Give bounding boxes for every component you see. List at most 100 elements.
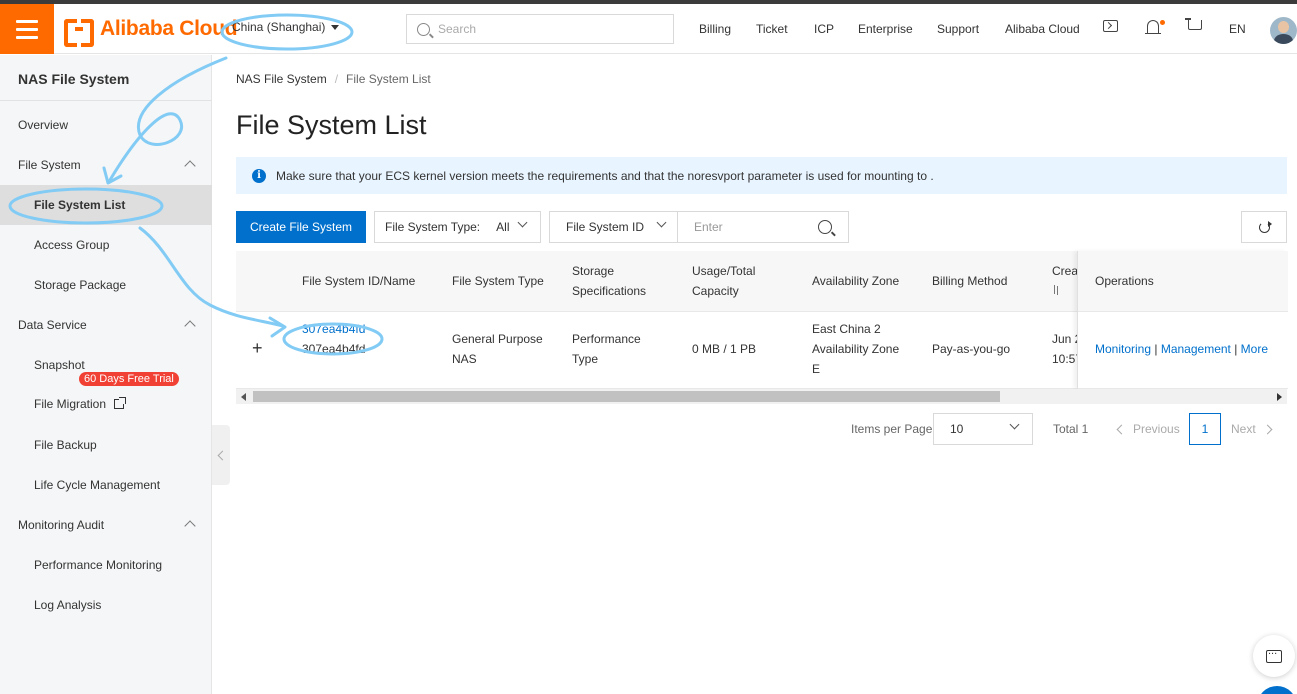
page-title: File System List — [236, 110, 427, 140]
sidebar-item-log-analysis[interactable]: Log Analysis — [0, 585, 212, 625]
sidebar-item-label: Storage Package — [34, 278, 127, 292]
items-per-page-select[interactable]: 10 — [933, 413, 1033, 445]
operations-header: Operations — [1078, 251, 1288, 312]
search-input[interactable] — [438, 22, 658, 36]
sidebar-item-file-migration[interactable]: File Migration — [0, 384, 212, 424]
terminal-icon[interactable] — [1103, 20, 1118, 32]
external-link-icon — [114, 397, 127, 409]
sort-icon[interactable] — [1052, 285, 1060, 295]
info-icon: i — [252, 168, 266, 183]
nav-alibaba-cloud[interactable]: Alibaba Cloud — [1005, 22, 1080, 36]
col-usage: Usage/Total Capacity — [692, 261, 755, 301]
notice-text: Make sure that your ECS kernel version m… — [276, 168, 934, 183]
chevron-up-icon — [184, 320, 196, 332]
notification-dot — [1160, 20, 1165, 25]
refresh-button[interactable] — [1241, 211, 1287, 243]
sidebar-item-life-cycle[interactable]: Life Cycle Management — [0, 465, 212, 505]
search-icon[interactable] — [818, 220, 832, 234]
top-navbar: Alibaba Cloud China (Shanghai) Billing T… — [0, 4, 1297, 54]
type-filter-value: All — [496, 220, 510, 234]
language-switch[interactable]: EN — [1229, 22, 1246, 36]
filter-search-box — [677, 211, 849, 243]
avatar[interactable] — [1270, 17, 1297, 44]
horizontal-scrollbar[interactable] — [236, 389, 1287, 404]
alibaba-cloud-logo[interactable]: Alibaba Cloud — [64, 16, 238, 47]
page-number-1[interactable]: 1 — [1189, 413, 1221, 445]
sidebar-item-storage-package[interactable]: Storage Package — [0, 265, 212, 305]
nav-icp[interactable]: ICP — [814, 22, 834, 36]
file-system-id-select[interactable]: File System ID — [549, 211, 678, 243]
sidebar-group-file-system[interactable]: File System — [0, 145, 212, 185]
hamburger-menu-icon[interactable] — [0, 4, 54, 54]
sidebar-item-file-backup[interactable]: File Backup — [0, 425, 212, 465]
sidebar-item-overview[interactable]: Overview — [0, 105, 212, 145]
nav-billing[interactable]: Billing — [699, 22, 731, 36]
sidebar-group-monitoring-audit[interactable]: Monitoring Audit — [0, 505, 212, 545]
breadcrumb-root[interactable]: NAS File System — [236, 72, 327, 86]
file-system-table: File System ID/Name File System Type Sto… — [236, 251, 1288, 389]
col-created-label: Crea — [1052, 264, 1079, 278]
region-label: China (Shanghai) — [232, 20, 326, 34]
scroll-left-icon[interactable] — [241, 393, 246, 401]
sidebar-item-performance-monitoring[interactable]: Performance Monitoring — [0, 545, 212, 585]
zone-line1: East China 2 — [812, 322, 881, 336]
chat-icon — [1266, 645, 1282, 663]
breadcrumb-current: File System List — [346, 72, 431, 86]
type-line1: General Purpose — [452, 332, 543, 346]
nav-enterprise[interactable]: Enterprise — [858, 22, 913, 36]
next-page-button[interactable]: Next — [1231, 422, 1273, 436]
file-system-name: 307ea4b4fd — [302, 342, 366, 356]
col-type: File System Type — [452, 274, 544, 288]
bell-icon[interactable] — [1145, 20, 1161, 34]
id-filter-label: File System ID — [566, 220, 645, 234]
region-selector[interactable]: China (Shanghai) — [232, 20, 340, 34]
storage-line1: Performance — [572, 332, 641, 346]
caret-down-icon — [331, 24, 340, 30]
chevron-right-icon — [1262, 424, 1273, 434]
logo-mark-icon — [64, 19, 94, 47]
nav-support[interactable]: Support — [937, 22, 979, 36]
sidebar-item-label: Performance Monitoring — [34, 558, 163, 572]
help-float-button[interactable] — [1257, 686, 1297, 694]
management-link[interactable]: Management — [1161, 342, 1231, 356]
zone-cell: East China 2 Availability Zone E — [812, 319, 899, 379]
free-trial-badge: 60 Days Free Trial — [79, 372, 179, 386]
create-file-system-button[interactable]: Create File System — [236, 211, 366, 243]
sidebar-item-label: File System List — [34, 198, 126, 212]
usage-cell: 0 MB / 1 PB — [692, 342, 757, 356]
zone-line3: E — [812, 362, 821, 376]
chevron-down-icon — [1009, 419, 1020, 430]
type-line2: NAS — [452, 352, 477, 366]
cart-icon[interactable] — [1185, 18, 1202, 30]
chat-support-button[interactable] — [1253, 635, 1295, 677]
file-system-id-link[interactable]: 307ea4b4fd — [302, 322, 365, 336]
sidebar-item-label: Access Group — [34, 238, 110, 252]
filter-search-input[interactable] — [694, 220, 814, 234]
sidebar-item-label: Log Analysis — [34, 598, 102, 612]
col-storage-line2: Specifications — [572, 284, 647, 298]
global-search[interactable] — [406, 14, 674, 44]
col-operations: Operations — [1095, 274, 1154, 288]
sidebar-item-label: Data Service — [18, 318, 87, 332]
chevron-left-icon — [1116, 424, 1127, 434]
storage-cell: Performance Type — [572, 329, 641, 369]
expand-row-icon[interactable]: + — [252, 338, 263, 359]
sidebar-item-access-group[interactable]: Access Group — [0, 225, 212, 265]
monitoring-link[interactable]: Monitoring — [1095, 342, 1151, 356]
sidebar-item-label: File System — [18, 158, 81, 172]
scroll-right-icon[interactable] — [1277, 393, 1282, 401]
chevron-down-icon — [517, 217, 528, 228]
previous-page-button[interactable]: Previous — [1116, 422, 1180, 436]
next-label: Next — [1231, 422, 1256, 436]
scrollbar-thumb[interactable] — [253, 391, 1000, 402]
sidebar-item-file-system-list[interactable]: File System List — [0, 185, 212, 225]
nav-ticket[interactable]: Ticket — [756, 22, 788, 36]
sidebar-item-label: Overview — [18, 118, 69, 132]
sidebar-collapse-handle[interactable] — [212, 425, 230, 485]
items-per-page-label: Items per Page — [851, 422, 933, 436]
sidebar-divider — [0, 100, 212, 101]
file-system-type-select[interactable]: File System Type: All — [374, 211, 541, 243]
more-link[interactable]: More — [1241, 342, 1268, 356]
storage-line2: Type — [572, 352, 599, 366]
sidebar-group-data-service[interactable]: Data Service — [0, 305, 212, 345]
